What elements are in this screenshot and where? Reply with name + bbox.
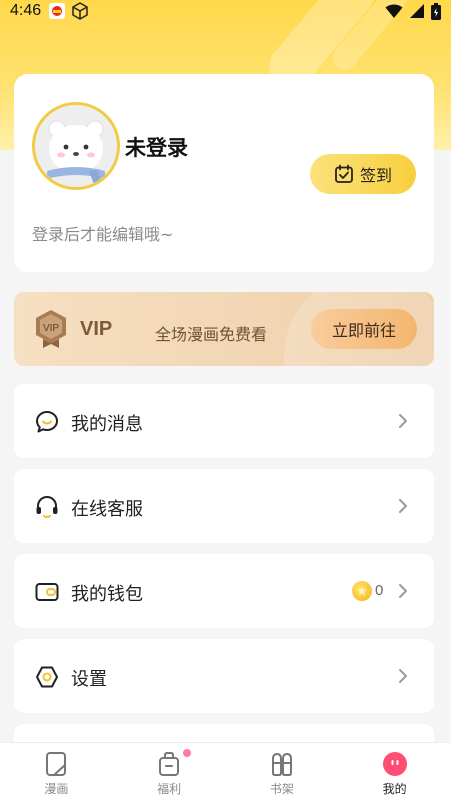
menu-label-messages: 我的消息 bbox=[71, 414, 143, 435]
vip-badge-icon: VIP bbox=[36, 310, 66, 348]
vip-banner[interactable]: VIP VIP 全场漫画免费看 立即前往 bbox=[14, 292, 434, 366]
signal-icon bbox=[410, 4, 424, 18]
nav-label-comic: 漫画 bbox=[44, 782, 69, 796]
chevron-right-icon bbox=[399, 414, 407, 428]
coin-count: 0 bbox=[375, 582, 384, 599]
wifi-icon bbox=[385, 4, 403, 18]
calendar-check-icon bbox=[335, 164, 353, 183]
status-bar: 4:46 bbox=[0, 0, 451, 22]
profile-card: 未登录 签到 登录后才能编辑哦~ bbox=[14, 74, 434, 272]
message-icon bbox=[36, 411, 58, 433]
polar-bear-avatar-icon bbox=[35, 105, 117, 187]
wallet-icon bbox=[35, 583, 59, 601]
menu-label-settings: 设置 bbox=[71, 669, 107, 690]
app-notification-icon bbox=[49, 3, 66, 19]
menu-label-wallet: 我的钱包 bbox=[71, 584, 143, 605]
vip-description: 全场漫画免费看 bbox=[155, 325, 268, 344]
nav-tab-bookshelf[interactable]: 书架 bbox=[226, 743, 339, 802]
menu-item-messages[interactable]: 我的消息 bbox=[14, 384, 434, 458]
menu-item-customer-service[interactable]: 在线客服 bbox=[14, 469, 434, 543]
checkin-button[interactable]: 签到 bbox=[310, 154, 416, 194]
checkin-label: 签到 bbox=[359, 166, 392, 185]
battery-icon bbox=[431, 2, 441, 20]
status-time: 4:46 bbox=[10, 2, 42, 19]
username[interactable]: 未登录 bbox=[125, 132, 188, 162]
menu-item-wallet[interactable]: 我的钱包 0 bbox=[14, 554, 434, 628]
comic-icon bbox=[46, 752, 67, 776]
nav-tab-welfare[interactable]: 福利 bbox=[113, 743, 226, 802]
menu-item-settings[interactable]: 设置 bbox=[14, 639, 434, 713]
chevron-right-icon bbox=[399, 499, 407, 513]
nav-tab-comic[interactable]: 漫画 bbox=[0, 743, 113, 802]
nav-tab-mine[interactable]: 我的 bbox=[338, 743, 451, 802]
vip-badge-text: VIP bbox=[43, 323, 59, 334]
notification-dot bbox=[182, 749, 191, 757]
nav-label-welfare: 福利 bbox=[157, 782, 182, 796]
gift-bag-icon bbox=[159, 752, 180, 776]
menu-label-customer-service: 在线客服 bbox=[71, 499, 143, 520]
login-hint: 登录后才能编辑哦~ bbox=[32, 225, 174, 244]
nav-label-mine: 我的 bbox=[382, 782, 407, 796]
headset-icon bbox=[36, 495, 58, 519]
profile-icon bbox=[382, 752, 407, 776]
box-icon bbox=[72, 2, 88, 20]
nav-label-bookshelf: 书架 bbox=[269, 782, 294, 796]
chevron-right-icon bbox=[399, 669, 407, 683]
bookshelf-icon bbox=[271, 752, 292, 776]
coin-icon bbox=[352, 581, 372, 601]
settings-icon bbox=[36, 666, 58, 688]
vip-go-button[interactable]: 立即前往 bbox=[311, 309, 417, 349]
chevron-right-icon bbox=[399, 584, 407, 598]
bottom-nav: 漫画 福利 书架 我的 bbox=[0, 742, 451, 802]
vip-title: VIP bbox=[80, 318, 113, 340]
avatar[interactable] bbox=[32, 102, 120, 190]
